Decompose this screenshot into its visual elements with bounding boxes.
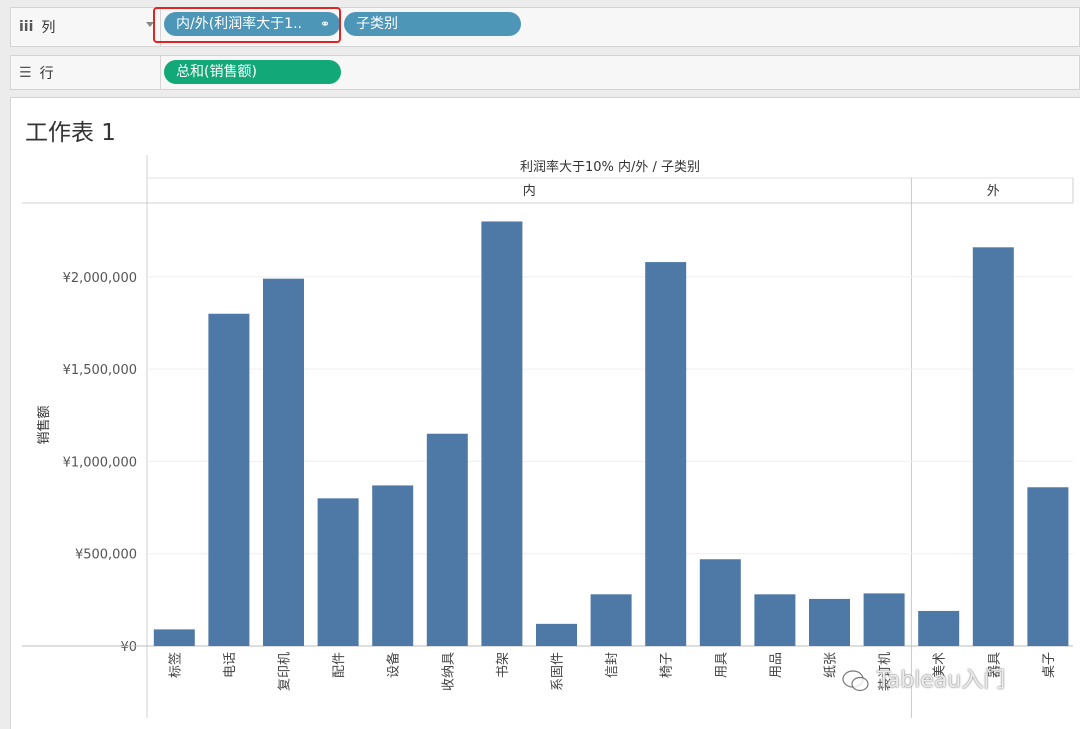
x-tick-label: 纸张 (824, 652, 839, 678)
bar (699, 559, 741, 646)
bar (153, 629, 195, 646)
x-tick-label: 标签 (167, 652, 183, 678)
wechat-icon (842, 670, 869, 692)
bar (972, 247, 1014, 647)
bar (754, 594, 796, 646)
bar (809, 598, 850, 646)
x-tick-label: 复印机 (278, 652, 293, 691)
x-tick-label: 书架 (496, 652, 511, 678)
bar (536, 623, 577, 646)
x-tick-label: 配件 (332, 652, 347, 678)
y-tick-label: ¥1,000,000 (63, 455, 137, 470)
x-tick-label: 用具 (714, 652, 729, 678)
x-tick-label: 用品 (769, 652, 784, 678)
y-tick-label: ¥2,000,000 (63, 271, 137, 286)
bar-chart: 利润率大于10% 内/外 / 子类别内 外 ¥0 ¥500,000 ¥1,000,000… (22, 155, 1074, 718)
x-tick-label: 桌子 (1042, 652, 1057, 678)
bar (317, 498, 359, 646)
x-tick-label: 收纳具 (441, 652, 456, 691)
y-tick-label: ¥500,000 (75, 548, 137, 563)
bar (263, 278, 304, 646)
y-tick-label: ¥0 (120, 640, 137, 655)
bar (645, 262, 687, 646)
bar (863, 593, 905, 646)
bar (208, 313, 250, 646)
x-tick-label: 信封 (605, 652, 620, 678)
x-tick-label: 椅子 (660, 652, 675, 678)
bar (1027, 487, 1069, 646)
x-tick-label: 电话 (223, 652, 238, 678)
chart-header-title: 利润率大于10% 内/外 / 子类别 (520, 159, 700, 175)
group-label-0: 内 (523, 183, 536, 199)
y-tick-label: ¥1,500,000 (63, 363, 137, 378)
watermark-text: Tableau入门 (877, 668, 1006, 693)
watermark: Tableau入门 (842, 662, 1005, 694)
x-tick-label: 系固件 (551, 652, 566, 691)
bar (918, 610, 960, 646)
bar (426, 433, 468, 646)
x-tick-label: 设备 (386, 652, 402, 678)
bar (481, 221, 523, 647)
y-axis-title: 销售额 (36, 405, 52, 444)
bar (590, 594, 632, 646)
group-label-1: 外 (987, 184, 1000, 199)
bar (372, 485, 414, 646)
